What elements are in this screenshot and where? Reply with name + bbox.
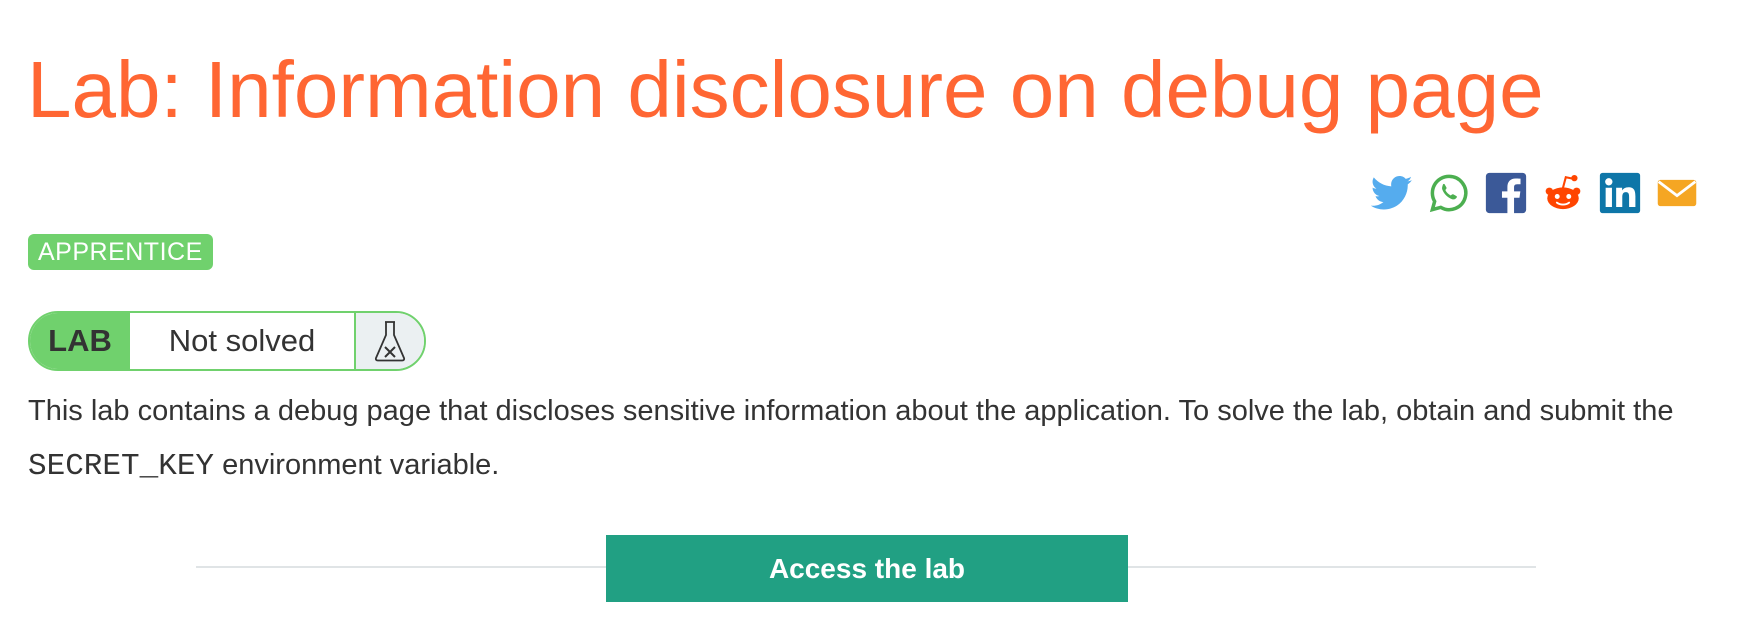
share-twitter-link[interactable] — [1371, 172, 1413, 214]
description-text-end: environment variable. — [214, 449, 500, 481]
secret-key-code: SECRET_KEY — [28, 449, 215, 484]
share-whatsapp-link[interactable] — [1428, 172, 1470, 214]
description-text: This lab contains a debug page that disc… — [28, 395, 1674, 427]
page-title: Lab: Information disclosure on debug pag… — [27, 45, 1544, 134]
share-bar — [1371, 172, 1698, 214]
lab-tag: LAB — [30, 313, 130, 369]
share-linkedin-link[interactable] — [1599, 172, 1641, 214]
difficulty-badge: APPRENTICE — [28, 234, 213, 270]
linkedin-icon — [1599, 172, 1641, 214]
lab-status-widget: LAB Not solved — [28, 311, 426, 371]
lab-status-icon-box — [356, 313, 424, 369]
share-reddit-link[interactable] — [1542, 172, 1584, 214]
whatsapp-icon — [1429, 174, 1468, 213]
share-email-link[interactable] — [1656, 172, 1698, 214]
access-lab-button[interactable]: Access the lab — [606, 535, 1128, 602]
share-facebook-link[interactable] — [1485, 172, 1527, 214]
facebook-icon — [1485, 172, 1527, 214]
flask-not-solved-icon — [374, 321, 406, 362]
twitter-icon — [1371, 176, 1413, 210]
email-icon — [1657, 179, 1697, 207]
lab-description: This lab contains a debug page that disc… — [28, 384, 1728, 494]
reddit-icon — [1545, 174, 1581, 210]
lab-status-text: Not solved — [130, 313, 356, 369]
